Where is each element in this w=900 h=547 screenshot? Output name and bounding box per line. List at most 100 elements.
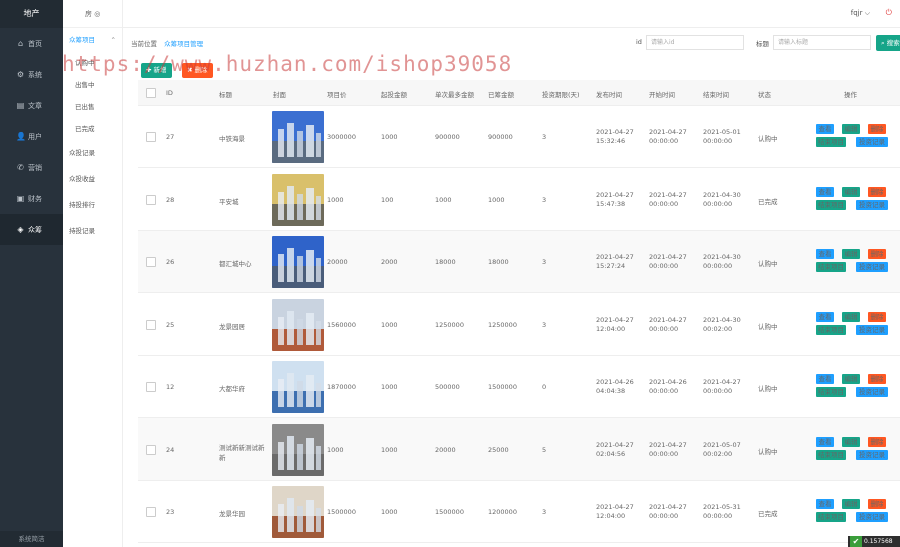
sub-menu-group-crowdfunding[interactable]: 众筹项目 ⌃ (63, 28, 122, 52)
view-button[interactable]: 查看 (816, 124, 834, 134)
view-button[interactable]: 查看 (816, 436, 834, 447)
cell-start-time: 00:00:00 (649, 199, 679, 208)
sub-menu-link-1[interactable]: 众投收益 (63, 166, 122, 192)
row-checkbox[interactable] (146, 382, 156, 392)
search-title-input[interactable]: 请输入标题 (773, 35, 871, 50)
end-project-button[interactable]: 结束项目 (816, 387, 846, 397)
cell-max-amount: 20000 (435, 445, 456, 454)
sub-menu-header[interactable]: 房 ◎ (63, 0, 122, 28)
column-header: 开始时间 (649, 91, 675, 99)
view-button[interactable]: 查看 (816, 311, 834, 322)
end-project-button[interactable]: 结束项目 (816, 512, 846, 522)
investment-log-button[interactable]: 投资记录 (856, 449, 888, 460)
delete-button[interactable]: 删除 (868, 499, 886, 509)
sub-menu-item-2[interactable]: 已出售 (63, 96, 122, 118)
sub-menu-item-1[interactable]: 出售中 (63, 74, 122, 96)
row-checkbox[interactable] (146, 132, 156, 142)
edit-button[interactable]: 编辑 (842, 311, 860, 322)
sidebar-item-label: 系统 (28, 71, 42, 79)
row-checkbox[interactable] (146, 257, 156, 267)
row-checkbox[interactable] (146, 507, 156, 517)
top-header: fqjr ⌵ ⏻ (123, 0, 900, 28)
delete-button[interactable]: 删除 (868, 249, 886, 259)
sub-menu-group-label: 众筹项目 (69, 36, 95, 44)
end-project-button[interactable]: 结束项目 (816, 262, 846, 272)
breadcrumb-current[interactable]: 众筹项目管理 (164, 40, 203, 48)
sidebar-item-0[interactable]: ⌂ 首页 (0, 28, 63, 59)
sidebar-item-4[interactable]: ✆ 营销 (0, 152, 63, 183)
end-project-button[interactable]: 结束项目 (816, 449, 846, 460)
power-icon[interactable]: ⏻ (886, 8, 892, 18)
investment-log-button[interactable]: 投资记录 (856, 199, 888, 210)
cell-end-time: 00:00:00 (703, 387, 733, 395)
view-button[interactable]: 查看 (816, 186, 834, 197)
cell-min-amount: 1000 (381, 508, 398, 516)
end-project-button[interactable]: 结束项目 (816, 137, 846, 147)
edit-button[interactable]: 编辑 (842, 374, 860, 384)
investment-log-button[interactable]: 投资记录 (856, 324, 888, 335)
sidebar-item-6[interactable]: ◈ 众筹 (0, 214, 63, 245)
table-row: 12 大都华府 1870000 1000 500000 1500000 0 2021-04-2… (138, 356, 900, 418)
delete-button[interactable]: 删除 (868, 124, 886, 134)
cell-publish-date: 2021-04-27 (596, 253, 634, 261)
sidebar-item-3[interactable]: 👤 用户 (0, 121, 63, 152)
sidebar-item-5[interactable]: ▣ 财务 (0, 183, 63, 214)
row-checkbox[interactable] (146, 319, 156, 330)
select-all-checkbox[interactable] (146, 88, 156, 98)
view-button[interactable]: 查看 (816, 499, 834, 509)
edit-button[interactable]: 编辑 (842, 436, 860, 447)
delete-button[interactable]: 删除 (868, 311, 886, 322)
table-row: 27 中铁海景 3000000 1000 900000 900000 3 2021-04-27… (138, 106, 900, 168)
sub-menu-item-3[interactable]: 已完成 (63, 118, 122, 140)
table-row: 24 测试新新测试新新 1000 1000 20000 25000 5 2021-04-27 0… (138, 418, 900, 481)
sidebar-item-label: 文章 (28, 102, 42, 110)
edit-button[interactable]: 编辑 (842, 186, 860, 197)
investment-log-button[interactable]: 投资记录 (856, 387, 888, 397)
delete-button[interactable]: 删除 (868, 186, 886, 197)
sub-menu-link-3[interactable]: 持投记录 (63, 218, 122, 244)
edit-button[interactable]: 编辑 (842, 249, 860, 259)
cell-term: 3 (542, 258, 547, 266)
sidebar-item-label: 首页 (28, 40, 42, 48)
cell-price: 20000 (327, 258, 348, 266)
edit-button[interactable]: 编辑 (842, 499, 860, 509)
column-header: 单次最多金额 (435, 91, 474, 99)
search-button[interactable]: ⌕ 搜索 (876, 35, 900, 51)
cell-status: 认购中 (758, 322, 778, 331)
user-menu[interactable]: fqjr ⌵ (851, 9, 870, 18)
sub-menu-link-2[interactable]: 持投排行 (63, 192, 122, 218)
cell-term: 5 (542, 445, 547, 454)
cell-id: 23 (166, 508, 175, 516)
cell-publish-date: 2021-04-27 (596, 503, 634, 511)
cell-end-date: 2021-05-01 (703, 128, 741, 136)
table-row: 25 龙景园居 1560000 1000 1250000 1250000 3 2021-04-… (138, 293, 900, 356)
row-checkbox[interactable] (146, 194, 156, 205)
view-button[interactable]: 查看 (816, 374, 834, 384)
cover-image (272, 423, 324, 476)
cell-publish-date: 2021-04-27 (596, 315, 634, 324)
search-id-input[interactable]: 请输入id (646, 35, 744, 50)
investment-log-button[interactable]: 投资记录 (856, 137, 888, 147)
cell-price: 1000 (327, 195, 344, 204)
end-project-button[interactable]: 结束项目 (816, 199, 846, 210)
cell-term: 3 (542, 508, 547, 516)
column-header: 操作 (844, 91, 857, 99)
delete-button[interactable]: 删除 (868, 374, 886, 384)
cell-publish-date: 2021-04-27 (596, 440, 634, 449)
sidebar-item-1[interactable]: ⚙ 系统 (0, 59, 63, 90)
cell-max-amount: 500000 (435, 383, 460, 391)
delete-button[interactable]: 删除 (868, 436, 886, 447)
sidebar-item-2[interactable]: ▤ 文章 (0, 90, 63, 121)
investment-log-button[interactable]: 投资记录 (856, 512, 888, 522)
edit-button[interactable]: 编辑 (842, 124, 860, 134)
sub-menu-link-0[interactable]: 众投记录 (63, 140, 122, 166)
end-project-button[interactable]: 结束项目 (816, 324, 846, 335)
search-button-label: 搜索 (886, 39, 900, 47)
row-checkbox[interactable] (146, 444, 156, 455)
view-button[interactable]: 查看 (816, 249, 834, 259)
cell-max-amount: 18000 (435, 258, 456, 266)
cell-min-amount: 100 (381, 195, 394, 204)
investment-log-button[interactable]: 投资记录 (856, 262, 888, 272)
table-row: 26 都汇城中心 20000 2000 18000 18000 3 2021-04-27 15:… (138, 231, 900, 293)
cell-id: 27 (166, 133, 175, 141)
